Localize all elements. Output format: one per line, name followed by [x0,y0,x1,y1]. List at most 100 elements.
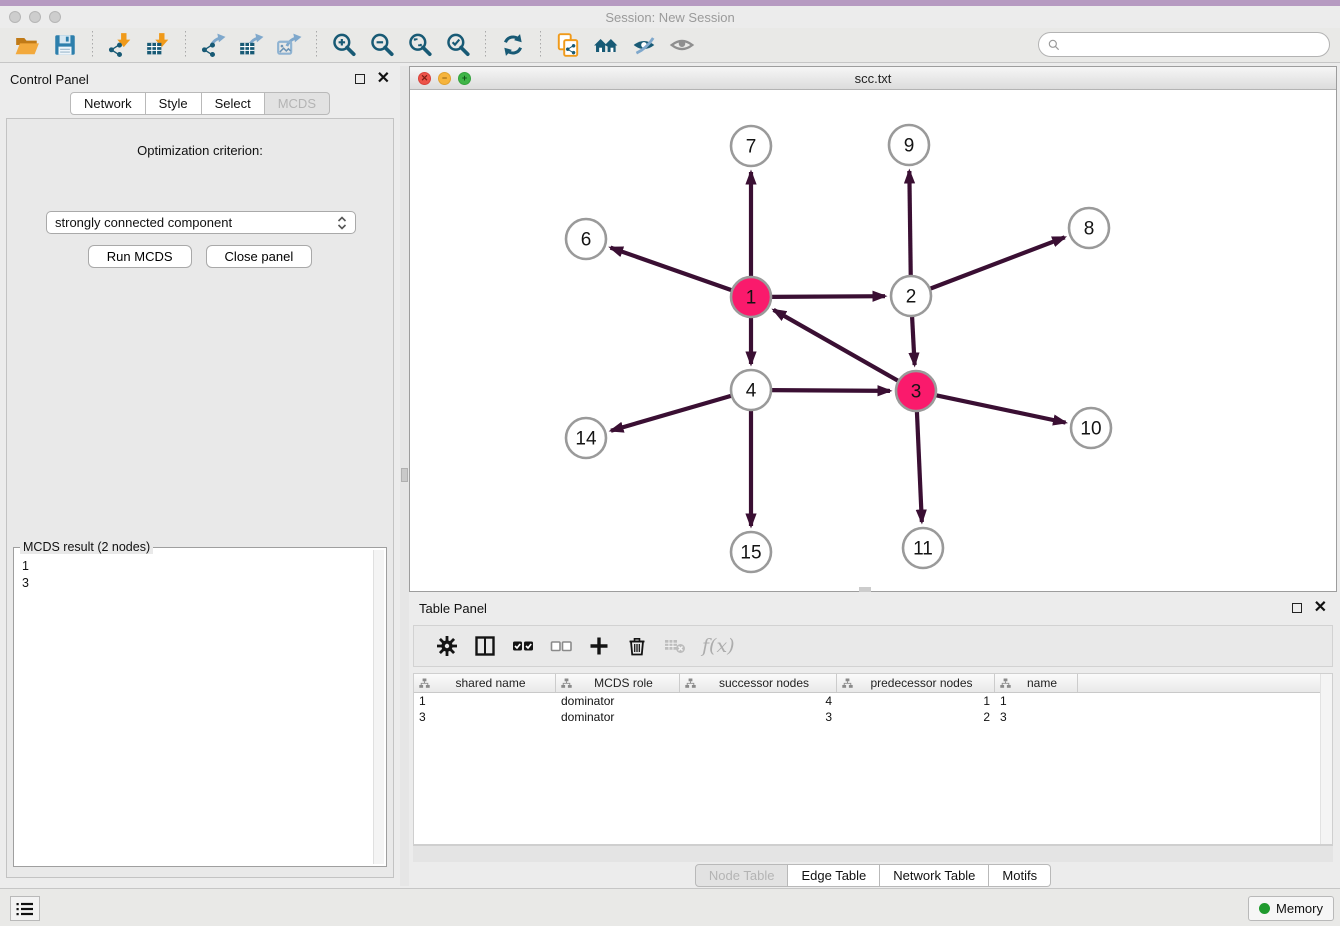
panel-splitter[interactable] [400,66,409,886]
tab-select[interactable]: Select [202,92,265,115]
zoom-selected-button[interactable] [443,30,473,60]
table-cell[interactable]: 3 [414,709,556,725]
float-panel-icon[interactable] [355,74,365,84]
memory-button[interactable]: Memory [1248,896,1334,921]
import-network-button[interactable] [105,30,135,60]
memory-label: Memory [1276,901,1323,916]
tab-node-table[interactable]: Node Table [695,864,789,887]
open-session-icon [14,32,40,58]
import-table-button[interactable] [143,30,173,60]
toolbar-separator [316,31,317,59]
network-close-button[interactable]: ✕ [418,72,431,85]
unselect-all-button[interactable] [544,631,578,661]
table-row[interactable]: 3dominator323 [414,709,1332,725]
delete-button[interactable] [620,631,654,661]
edge-2-8[interactable] [930,237,1065,289]
column-header-successor-nodes[interactable]: successor nodes [680,674,837,692]
first-neighbors-button[interactable] [591,30,621,60]
table-row[interactable]: 1dominator411 [414,693,1332,709]
column-label: predecessor nodes [857,676,994,690]
graph-node-label-1: 1 [746,288,757,309]
table-tabstrip: Node TableEdge TableNetwork TableMotifs [409,864,1337,887]
graph-node-label-8: 8 [1084,219,1095,240]
edge-3-11[interactable] [917,411,922,522]
graph-node-label-7: 7 [746,137,757,158]
save-session-button[interactable] [50,30,80,60]
show-columns-button[interactable] [468,631,502,661]
show-all-button[interactable] [667,30,697,60]
edge-1-2[interactable] [771,296,885,297]
hide-selected-icon [631,32,657,58]
hide-selected-button[interactable] [629,30,659,60]
table-cell[interactable]: 1 [995,693,1078,709]
table-cell[interactable]: 1 [414,693,556,709]
network-maximize-button[interactable]: + [458,72,471,85]
splitter-handle-icon[interactable] [401,468,408,482]
export-table-button[interactable] [236,30,266,60]
tab-motifs[interactable]: Motifs [989,864,1051,887]
refresh-button[interactable] [498,30,528,60]
tab-network[interactable]: Network [70,92,146,115]
edge-4-14[interactable] [611,396,732,431]
table-cell[interactable]: 4 [680,693,837,709]
tab-mcds[interactable]: MCDS [265,92,330,115]
export-network-icon [200,32,226,58]
function-builder-button[interactable]: f(x) [702,635,735,657]
column-header-name[interactable]: name [995,674,1078,692]
network-canvas[interactable]: 7968124314101511 [410,90,1336,591]
criterion-select[interactable]: strongly connected component [46,211,356,234]
float-table-panel-icon[interactable] [1292,603,1302,613]
search-box[interactable] [1038,32,1330,57]
network-minimize-button[interactable]: − [438,72,451,85]
canvas-scrollbar-thumb[interactable] [859,587,871,592]
select-all-icon [512,635,534,657]
zoom-fit-button[interactable] [405,30,435,60]
search-input[interactable] [1061,35,1329,55]
column-header-MCDS-role[interactable]: MCDS role [556,674,680,692]
table-cell[interactable]: 3 [680,709,837,725]
table-cell[interactable]: 2 [837,709,995,725]
add-button[interactable] [582,631,616,661]
run-mcds-button[interactable]: Run MCDS [88,245,192,268]
tab-network-table[interactable]: Network Table [880,864,989,887]
export-image-button[interactable] [274,30,304,60]
close-table-panel-icon[interactable]: ✕ [1314,603,1327,613]
edge-3-10[interactable] [936,395,1066,422]
zoom-in-button[interactable] [329,30,359,60]
graph-node-label-14: 14 [575,429,597,450]
edge-4-3[interactable] [771,390,890,391]
result-scrollbar[interactable] [373,550,384,864]
toolbar-separator [185,31,186,59]
close-panel-button[interactable]: Close panel [206,245,313,268]
task-history-button[interactable] [10,896,40,921]
zoom-out-button[interactable] [367,30,397,60]
node-table[interactable]: shared name MCDS role successor nodes pr… [413,673,1333,845]
tab-style[interactable]: Style [146,92,202,115]
table-cell[interactable]: dominator [556,709,680,725]
table-cell[interactable]: dominator [556,693,680,709]
edge-3-1[interactable] [774,310,899,381]
edge-2-3[interactable] [912,316,915,365]
column-header-shared-name[interactable]: shared name [414,674,556,692]
titlebar: Session: New Session [0,6,1340,28]
select-all-button[interactable] [506,631,540,661]
table-toolbar: f(x) [413,625,1333,667]
table-cell[interactable]: 1 [837,693,995,709]
unselect-all-icon [550,635,572,657]
settings-button[interactable] [430,631,464,661]
close-panel-icon[interactable]: ✕ [377,74,390,84]
column-header-predecessor-nodes[interactable]: predecessor nodes [837,674,995,692]
table-scrollbar[interactable] [1320,674,1332,844]
delete-table-button[interactable] [658,631,692,661]
tab-edge-table[interactable]: Edge Table [788,864,880,887]
open-session-button[interactable] [12,30,42,60]
table-cell[interactable]: 3 [995,709,1078,725]
network-view-window: ✕ − + scc.txt 7968124314101511 [409,66,1337,592]
zoom-out-icon [369,32,395,58]
edge-2-9[interactable] [909,171,910,276]
network-window-titlebar[interactable]: ✕ − + scc.txt [410,67,1336,90]
export-network-button[interactable] [198,30,228,60]
edge-1-6[interactable] [611,248,733,291]
duplicate-network-button[interactable] [553,30,583,60]
refresh-icon [500,32,526,58]
